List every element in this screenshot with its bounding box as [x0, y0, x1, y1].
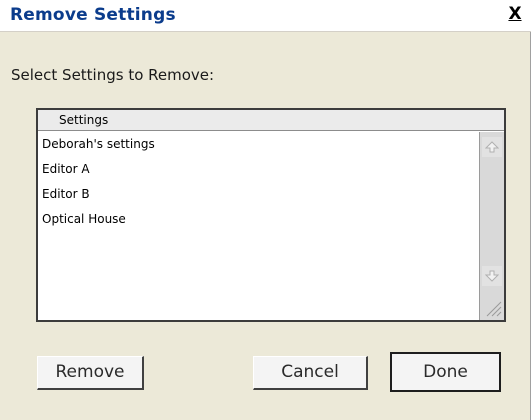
resize-grip-icon[interactable]	[482, 297, 502, 317]
list-items: Deborah's settings Editor A Editor B Opt…	[38, 132, 478, 320]
list-item[interactable]: Deborah's settings	[38, 132, 478, 157]
vertical-scrollbar[interactable]	[479, 132, 504, 320]
scroll-down-arrow-icon[interactable]	[482, 266, 502, 286]
remove-settings-dialog: Remove Settings X Select Settings to Rem…	[0, 0, 531, 420]
remove-button[interactable]: Remove	[37, 356, 144, 390]
scroll-up-arrow-icon[interactable]	[482, 137, 502, 157]
list-item[interactable]: Optical House	[38, 207, 478, 232]
cancel-button[interactable]: Cancel	[253, 356, 368, 390]
list-item[interactable]: Editor A	[38, 157, 478, 182]
list-column-header[interactable]: Settings	[38, 110, 504, 131]
list-item[interactable]: Editor B	[38, 182, 478, 207]
window-title: Remove Settings	[10, 5, 176, 25]
prompt-label: Select Settings to Remove:	[11, 66, 215, 84]
done-button-label: Done	[423, 362, 468, 382]
list-header-label: Settings	[59, 113, 109, 127]
close-button[interactable]: X	[505, 3, 525, 25]
settings-listbox[interactable]: Settings Deborah's settings Editor A Edi…	[36, 108, 506, 322]
title-bar: Remove Settings X	[0, 0, 531, 32]
done-button[interactable]: Done	[390, 352, 501, 392]
